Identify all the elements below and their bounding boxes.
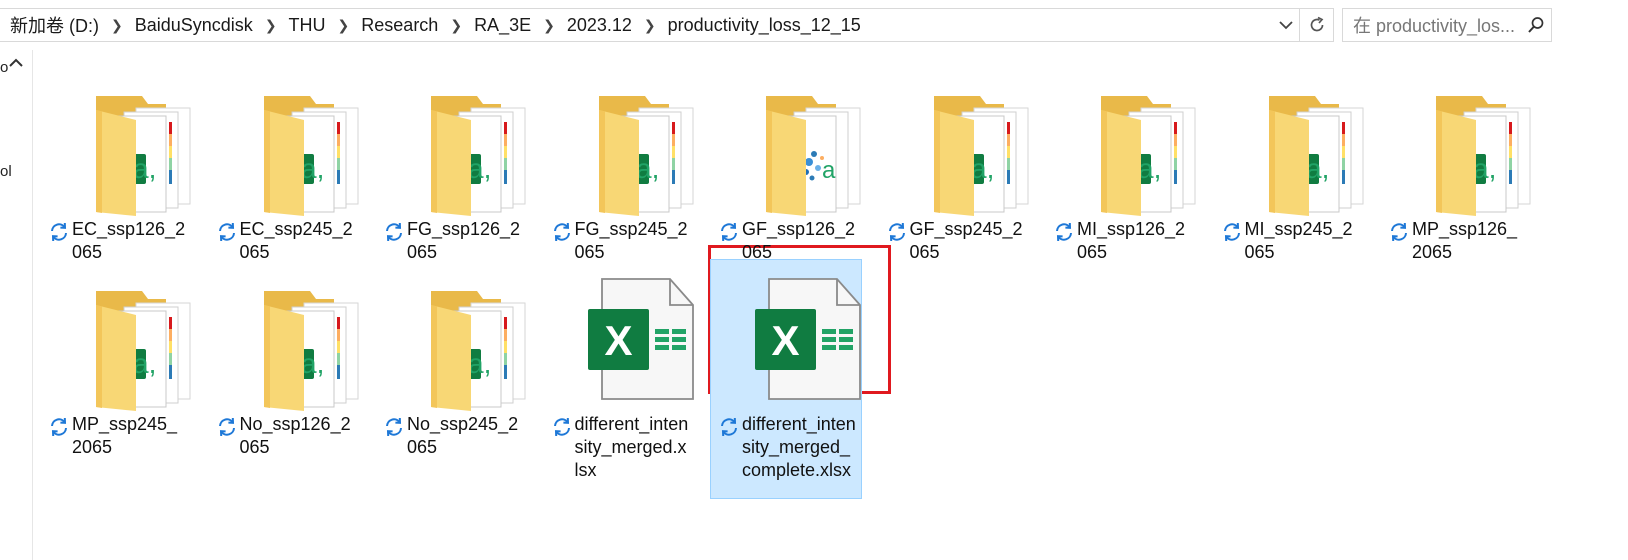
sync-status-icon xyxy=(386,222,402,242)
search-box[interactable]: 在 productivity_los... xyxy=(1342,8,1552,42)
chevron-right-icon[interactable]: ❯ xyxy=(103,17,131,34)
folder-icon: a, xyxy=(933,96,1028,216)
breadcrumb-current[interactable]: productivity_loss_12_15 xyxy=(664,15,865,36)
breadcrumb-ra-3e[interactable]: RA_3E xyxy=(470,15,535,36)
item-name: No_ssp126_2065 xyxy=(239,414,351,457)
svg-text:a,: a, xyxy=(301,348,324,379)
sync-status-icon xyxy=(1223,222,1240,242)
folder-icon: a xyxy=(766,96,861,216)
sync-status-icon xyxy=(888,222,905,242)
item-label: FG_ssp126_2065 xyxy=(379,218,531,264)
refresh-button[interactable] xyxy=(1299,9,1333,41)
item-name: MP_ssp126_2065 xyxy=(1412,219,1518,262)
excel-file-icon: X xyxy=(587,278,694,400)
navigation-pane[interactable]: o ol xyxy=(0,50,33,560)
sync-status-icon xyxy=(1391,222,1407,242)
chevron-right-icon[interactable]: ❯ xyxy=(636,17,664,34)
svg-text:a: a xyxy=(822,157,836,184)
item-label: MP_ssp245_2065 xyxy=(44,413,196,459)
sync-status-icon xyxy=(553,222,570,242)
item-label: FG_ssp245_2065 xyxy=(547,218,699,264)
item-name: FG_ssp245_2065 xyxy=(574,219,688,262)
item-name: MP_ssp245_2065 xyxy=(72,414,178,457)
svg-text:a,: a, xyxy=(1473,153,1496,184)
chevron-right-icon[interactable]: ❯ xyxy=(257,17,285,34)
folder-icon: a, xyxy=(96,291,191,411)
sync-status-icon xyxy=(51,222,67,242)
address-history-dropdown[interactable] xyxy=(1273,9,1299,41)
chevron-down-icon xyxy=(1279,21,1293,30)
breadcrumb-baidusyncdisk[interactable]: BaiduSyncdisk xyxy=(131,15,257,36)
chevron-up-icon xyxy=(9,58,23,67)
folder-icon: a, xyxy=(598,96,693,216)
breadcrumb-thu[interactable]: THU xyxy=(285,15,330,36)
svg-text:X: X xyxy=(771,317,799,364)
nav-pane-label-fragment: ol xyxy=(0,163,12,180)
item-name: MI_ssp245_2065 xyxy=(1244,219,1353,262)
item-label: MP_ssp126_2065 xyxy=(1384,218,1536,264)
excel-file-icon: X xyxy=(755,278,861,400)
svg-text:a,: a, xyxy=(1138,153,1161,184)
breadcrumb: 新加卷 (D:) ❯ BaiduSyncdisk ❯ THU ❯ Researc… xyxy=(0,9,1273,41)
item-name: GF_ssp245_2065 xyxy=(909,219,1023,262)
chevron-right-icon[interactable]: ❯ xyxy=(535,17,563,34)
item-label: GF_ssp245_2065 xyxy=(882,218,1034,264)
address-bar[interactable]: 新加卷 (D:) ❯ BaiduSyncdisk ❯ THU ❯ Researc… xyxy=(0,8,1334,42)
folder-icon: a, xyxy=(263,291,358,411)
item-name: GF_ssp126_2065 xyxy=(742,219,856,262)
item-label: GF_ssp126_2065 xyxy=(714,218,866,264)
item-label: No_ssp245_2065 xyxy=(379,413,531,459)
item-name: FG_ssp126_2065 xyxy=(407,219,521,262)
sync-status-icon xyxy=(218,417,235,437)
item-label: different_intensity_merged.xlsx xyxy=(547,413,699,482)
svg-text:a,: a, xyxy=(133,348,156,379)
svg-text:a,: a, xyxy=(468,153,491,184)
item-name: EC_ssp245_2065 xyxy=(239,219,353,262)
svg-text:a,: a, xyxy=(301,153,324,184)
folder-icon: a, xyxy=(431,96,526,216)
item-name: No_ssp245_2065 xyxy=(407,414,519,457)
breadcrumb-2023-12[interactable]: 2023.12 xyxy=(563,15,636,36)
sync-status-icon xyxy=(51,417,67,437)
scroll-up-button[interactable] xyxy=(8,56,24,74)
search-input[interactable]: 在 productivity_los... xyxy=(1353,12,1521,38)
svg-text:a,: a, xyxy=(636,153,659,184)
search-icon[interactable] xyxy=(1521,16,1551,34)
breadcrumb-research[interactable]: Research xyxy=(357,15,442,36)
sync-status-icon xyxy=(721,417,737,437)
item-label: MI_ssp126_2065 xyxy=(1049,218,1201,264)
svg-text:a,: a, xyxy=(468,348,491,379)
sync-status-icon xyxy=(721,222,737,242)
refresh-icon xyxy=(1310,16,1323,32)
svg-text:a,: a, xyxy=(133,153,156,184)
item-label: EC_ssp126_2065 xyxy=(44,218,196,264)
toolbar: 新加卷 (D:) ❯ BaiduSyncdisk ❯ THU ❯ Researc… xyxy=(0,0,1628,50)
sync-status-icon xyxy=(218,222,235,242)
sync-status-icon xyxy=(1056,222,1072,242)
folder-icon: a, xyxy=(1436,96,1531,216)
svg-text:a,: a, xyxy=(971,153,994,184)
item-name: different_intensity_merged_complete.xlsx xyxy=(742,414,856,480)
sync-status-icon xyxy=(553,417,570,437)
folder-icon: a, xyxy=(431,291,526,411)
folder-icon: a, xyxy=(1101,96,1196,216)
breadcrumb-drive[interactable]: 新加卷 (D:) xyxy=(6,12,103,38)
chevron-right-icon[interactable]: ❯ xyxy=(442,17,470,34)
item-name: MI_ssp126_2065 xyxy=(1077,219,1186,262)
item-name: different_intensity_merged.xlsx xyxy=(574,414,689,480)
sync-status-icon xyxy=(386,417,402,437)
folder-icon: a, xyxy=(263,96,358,216)
item-label: EC_ssp245_2065 xyxy=(212,218,364,264)
folder-icon: a, xyxy=(1268,96,1363,216)
svg-text:a,: a, xyxy=(1306,153,1329,184)
item-label: No_ssp126_2065 xyxy=(212,413,364,459)
folder-icon: a, xyxy=(96,96,191,216)
item-label: MI_ssp245_2065 xyxy=(1217,218,1369,264)
file-list[interactable]: a, EC_ssp126_2065 a, EC_ssp245_2065 a, F… xyxy=(34,50,1628,560)
item-label: different_intensity_merged_complete.xlsx xyxy=(714,413,866,482)
item-name: EC_ssp126_2065 xyxy=(72,219,186,262)
chevron-right-icon[interactable]: ❯ xyxy=(330,17,358,34)
svg-text:X: X xyxy=(604,317,632,364)
